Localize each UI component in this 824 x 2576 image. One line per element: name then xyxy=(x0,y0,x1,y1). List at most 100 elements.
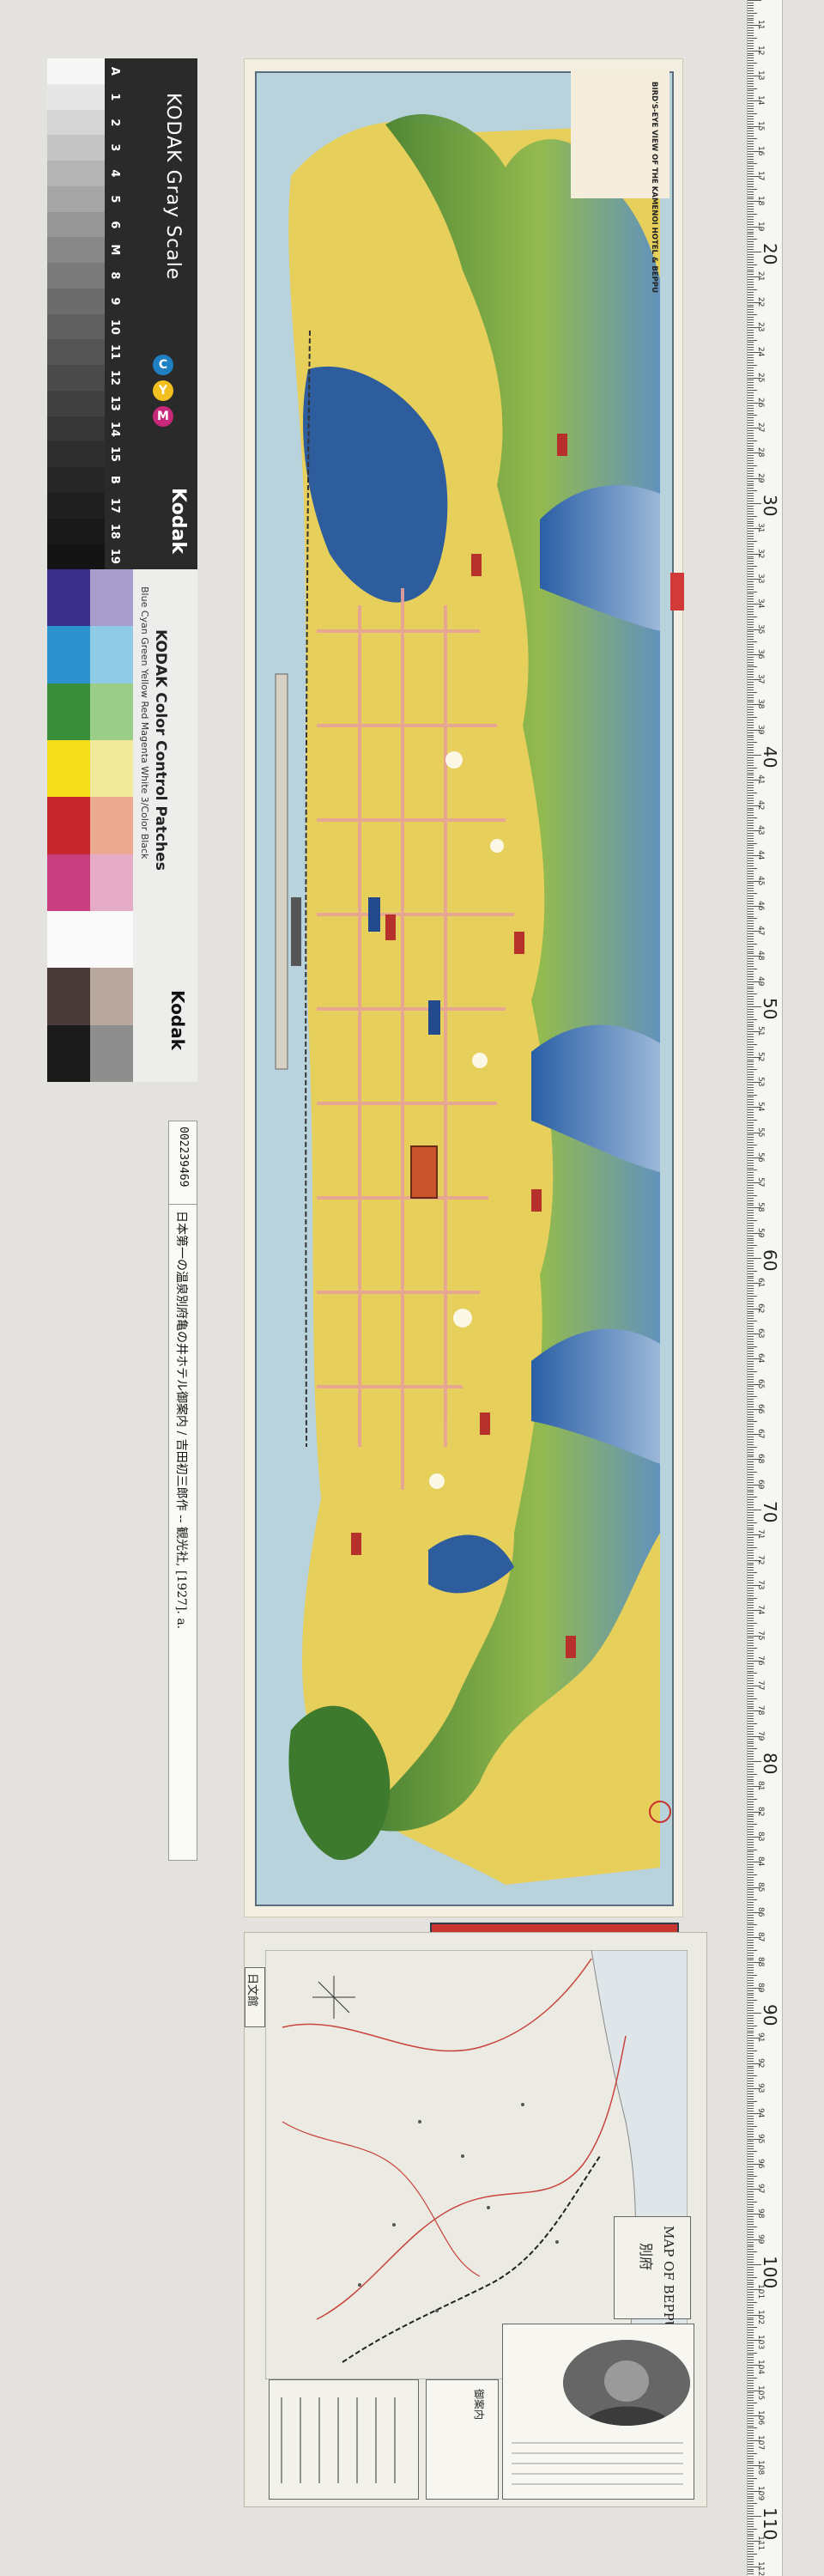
gray-patch xyxy=(47,58,105,84)
ruler-tick xyxy=(748,1546,757,1548)
legend-box xyxy=(269,2379,419,2500)
ruler-tick xyxy=(748,2123,754,2124)
ruler-tick xyxy=(748,1607,754,1609)
ruler-tick xyxy=(748,1376,754,1377)
ruler-tick xyxy=(748,948,754,950)
ruler-tick xyxy=(748,2045,754,2047)
ruler-tick xyxy=(748,1438,754,1440)
ruler-tick xyxy=(748,369,754,371)
ruler-tick xyxy=(748,709,754,711)
color-patch xyxy=(47,1024,90,1082)
ruler-tick xyxy=(748,2478,757,2480)
ruler-tick xyxy=(748,820,754,822)
ruler-tick xyxy=(748,1924,757,1926)
birds-eye-map xyxy=(255,71,674,1906)
ruler-tick xyxy=(748,634,754,635)
ruler-tick xyxy=(748,2095,754,2097)
ruler-tick xyxy=(748,2120,754,2122)
ruler-tick xyxy=(748,1524,754,1526)
side-plaque: 日文館 xyxy=(245,1967,265,2027)
ruler-tick xyxy=(748,1253,754,1255)
gray-patch xyxy=(47,161,105,186)
ruler-tick xyxy=(748,2405,754,2407)
color-patch xyxy=(47,740,90,798)
ruler-tick xyxy=(748,586,754,587)
ruler-tick xyxy=(748,1016,754,1018)
ruler-tick xyxy=(748,1353,754,1355)
ruler-tick xyxy=(748,1917,754,1918)
ruler-major-number: 40 xyxy=(760,746,780,769)
ruler-tick xyxy=(748,2362,754,2364)
ruler-tick xyxy=(748,2065,754,2067)
ruler-tick xyxy=(748,613,754,615)
ruler-tick xyxy=(748,832,754,834)
ruler-tick xyxy=(748,1461,754,1463)
ruler-tick xyxy=(748,158,754,160)
gray-step-number: A xyxy=(107,66,121,76)
ruler-tick xyxy=(748,1194,757,1196)
ruler-tick xyxy=(748,2070,754,2072)
ruler-tick xyxy=(748,1909,754,1911)
ruler-tick xyxy=(748,1112,754,1114)
ruler-number: 63 xyxy=(756,1327,765,1339)
ruler-tick xyxy=(748,30,754,32)
ruler-number: 54 xyxy=(756,1102,765,1112)
ruler-tick xyxy=(748,2262,754,2263)
ruler-tick xyxy=(748,900,754,902)
ruler-tick xyxy=(748,726,754,728)
ruler-tick xyxy=(748,22,754,24)
ruler-tick xyxy=(748,1177,754,1179)
ruler-tick xyxy=(748,2266,754,2268)
ruler-tick xyxy=(748,883,754,884)
ruler-tick xyxy=(748,1441,754,1443)
ruler-tick xyxy=(748,1841,754,1843)
ruler-tick xyxy=(748,669,754,671)
color-patch xyxy=(90,569,133,627)
ruler-tick xyxy=(748,120,754,122)
ruler-tick xyxy=(748,1074,754,1076)
ruler-tick xyxy=(748,1778,754,1780)
ruler-tick xyxy=(748,2417,754,2419)
ruler-tick xyxy=(748,2181,754,2183)
ruler-tick xyxy=(748,2533,754,2535)
ruler-number: 89 xyxy=(756,1982,765,1993)
gray-step-number: 10 xyxy=(107,319,121,335)
ruler-tick xyxy=(748,747,754,749)
ruler-tick xyxy=(748,460,754,462)
ruler-tick xyxy=(748,1064,754,1066)
ruler-tick xyxy=(748,1024,754,1025)
ruler-tick xyxy=(748,349,754,351)
ruler-tick xyxy=(748,1426,754,1428)
ruler-number: 73 xyxy=(756,1579,765,1590)
ruler-tick xyxy=(748,2422,754,2424)
ruler-tick xyxy=(748,1497,757,1498)
ruler-tick xyxy=(748,734,754,736)
ruler-tick xyxy=(748,256,754,258)
ruler-tick xyxy=(748,853,754,854)
ruler-tick xyxy=(748,1954,754,1956)
ruler-tick xyxy=(748,331,754,333)
ruler-tick xyxy=(748,732,754,733)
ruler-tick xyxy=(748,671,754,673)
ruler-number: 18 xyxy=(756,196,765,206)
kodak-gray-scale-card: A 1 2 3 4 5 6 M 8 9 10 11 12 13 14 15 B 17 18 19 KODAK Gray… xyxy=(47,58,197,569)
ruler-tick xyxy=(748,214,757,216)
ruler-tick xyxy=(748,2445,754,2446)
ruler-tick xyxy=(748,928,754,930)
ruler-number: 26 xyxy=(756,397,765,408)
ruler-tick xyxy=(748,2073,754,2075)
ruler-number: 12 xyxy=(756,45,765,56)
gray-step-number: 2 xyxy=(107,118,121,126)
ruler-tick xyxy=(748,898,754,899)
ruler-tick xyxy=(748,1678,754,1680)
ruler-tick xyxy=(748,2231,754,2233)
ruler-tick xyxy=(748,2103,754,2105)
ruler-tick xyxy=(748,915,754,917)
map-of-beppu-title-box: MAP OF BEPPU 別府 xyxy=(614,2216,691,2331)
ruler-tick xyxy=(748,2249,754,2251)
ruler-tick xyxy=(748,1091,754,1093)
ruler-tick xyxy=(748,2322,754,2324)
ruler-tick xyxy=(748,1464,754,1466)
ruler-number: 72 xyxy=(756,1554,765,1565)
ruler-number: 83 xyxy=(756,1831,765,1842)
